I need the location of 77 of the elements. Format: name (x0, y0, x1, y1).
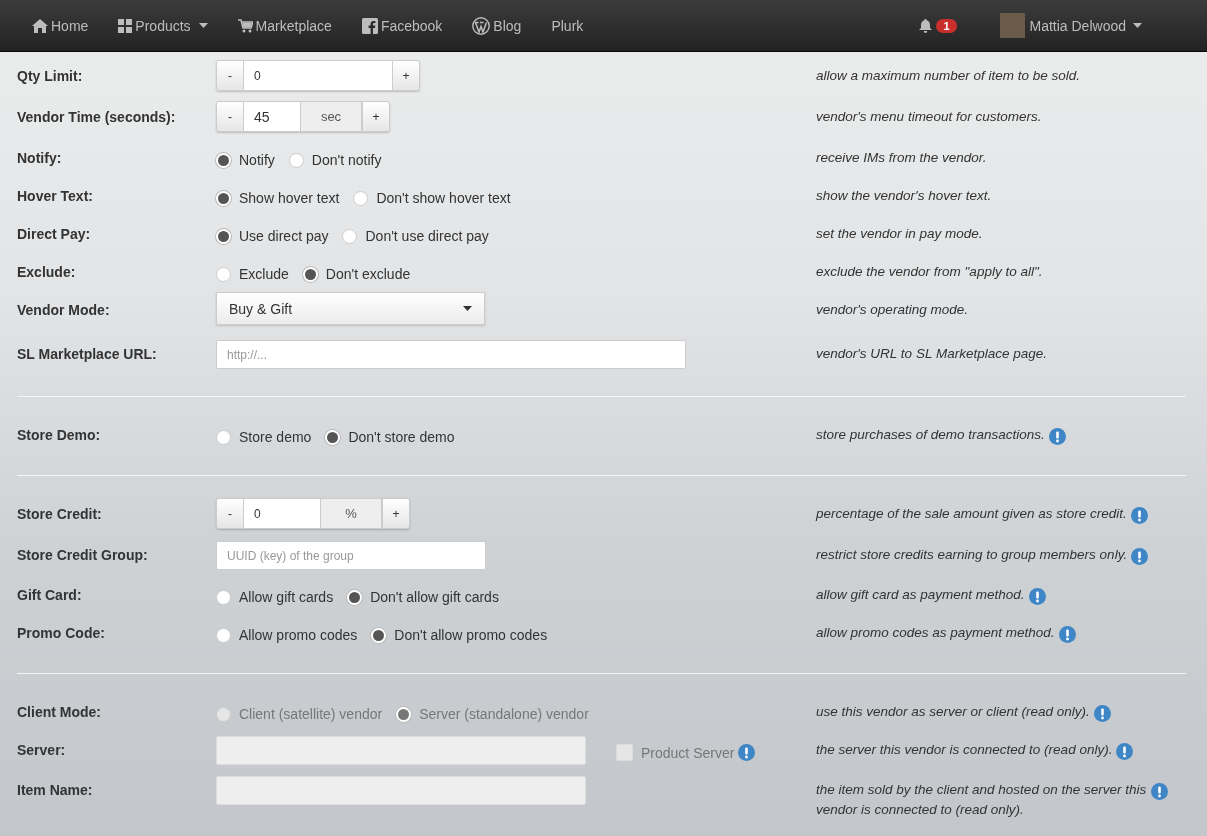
field-description: vendor's menu timeout for customers. (816, 108, 1042, 126)
field-label: Store Demo: (17, 426, 102, 443)
field-description: allow a maximum number of item to be sold. (816, 67, 1081, 85)
field-description: the server this vendor is connected to (read only). (816, 741, 1113, 759)
notification-count: 1 (936, 18, 957, 33)
decrement-button[interactable]: - (216, 498, 244, 529)
radio-option[interactable]: Allow gift cards (216, 589, 334, 605)
text-field[interactable]: UUID (key) of the group (216, 541, 486, 570)
radio-option[interactable]: Don't allow gift cards (347, 589, 499, 605)
nav-link[interactable]: Facebook (346, 0, 458, 51)
field-label: Promo Code: (17, 624, 106, 641)
user-menu[interactable]: Mattia Delwood (984, 0, 1157, 51)
radio-option[interactable]: Exclude (216, 266, 289, 282)
facebook-icon (361, 17, 378, 34)
increment-button[interactable]: + (382, 498, 410, 529)
dropdown[interactable]: Buy & Gift (216, 292, 485, 325)
radio-option[interactable]: Don't show hover text (353, 190, 511, 206)
nav-link[interactable]: Home (17, 0, 104, 51)
nav-link[interactable]: Blog (457, 0, 537, 51)
field-description: vendor's URL to SL Marketplace page. (816, 345, 1047, 363)
radio-option[interactable]: Notify (216, 152, 275, 168)
field-label: Client Mode: (17, 703, 102, 720)
field-description: store purchases of demo transactions. (816, 426, 1045, 444)
wordpress-logo-icon (472, 16, 491, 35)
field-description: allow gift card as payment method. (816, 586, 1025, 604)
radio-option[interactable]: Show hover text (216, 190, 340, 206)
field-label: Exclude: (17, 263, 77, 280)
text-field[interactable]: http://... (216, 340, 686, 369)
number-field[interactable]: 0 (244, 498, 320, 529)
notifications-button[interactable]: 1 (904, 0, 985, 51)
unit-label: sec (300, 101, 362, 132)
field-label: Store Credit: (17, 505, 103, 522)
field-description: exclude the vendor from "apply to all". (816, 263, 1043, 281)
nav-link[interactable]: Plurk (536, 0, 599, 51)
cart-icon (237, 18, 253, 33)
number-field[interactable]: 0 (244, 60, 392, 91)
field-description: percentage of the sale amount given as store credit. (816, 505, 1127, 523)
radio-option[interactable]: Store demo (216, 429, 312, 445)
field-label: Direct Pay: (17, 225, 92, 242)
radio-option[interactable]: Don't exclude (302, 266, 411, 282)
increment-button[interactable]: + (362, 101, 390, 132)
field-description: show the vendor's hover text. (816, 187, 992, 205)
field-label: Store Credit Group: (17, 546, 149, 563)
radio-option[interactable]: Don't store demo (325, 429, 455, 445)
radio-option[interactable]: Allow promo codes (216, 627, 358, 643)
field-label: Notify: (17, 149, 63, 166)
radio-option[interactable]: Don't allow promo codes (371, 627, 548, 643)
field-label: Gift Card: (17, 586, 83, 603)
decrement-button[interactable]: - (216, 60, 244, 91)
field-description: use this vendor as server or client (read only). (816, 703, 1090, 721)
avatar-placeholder (999, 13, 1025, 38)
home-icon (32, 18, 48, 33)
bell-icon (919, 18, 933, 33)
field-description: restrict store credits earning to group members only. (816, 546, 1128, 564)
grid-icon (118, 18, 133, 33)
field-label: Item Name: (17, 781, 94, 798)
field-label: SL Marketplace URL: (17, 345, 158, 362)
number-field[interactable]: 45 (244, 101, 300, 132)
caret-icon (463, 306, 472, 311)
field-label: Vendor Time (seconds): (17, 108, 177, 125)
field-description: vendor's operating mode. (816, 301, 968, 319)
field-label: Hover Text: (17, 187, 94, 204)
nav-link[interactable]: Products (103, 0, 223, 51)
unit-label: % (320, 498, 382, 529)
increment-button[interactable]: + (392, 60, 420, 91)
field-description: allow promo codes as payment method. (816, 624, 1055, 642)
field-label: Server: (17, 741, 67, 758)
field-description: the item sold by the client and hosted on the server this vendor is connected to (read only). (816, 781, 1147, 819)
radio-option[interactable]: Don't notify (288, 152, 382, 168)
field-label: Vendor Mode: (17, 301, 111, 318)
radio-option[interactable]: Use direct pay (216, 228, 329, 244)
radio-option[interactable]: Don't use direct pay (342, 228, 489, 244)
field-label: Qty Limit: (17, 67, 84, 84)
nav-link[interactable]: Marketplace (222, 0, 347, 51)
field-description: set the vendor in pay mode. (816, 225, 983, 243)
decrement-button[interactable]: - (216, 101, 244, 132)
field-description: receive IMs from the vendor. (816, 149, 987, 167)
